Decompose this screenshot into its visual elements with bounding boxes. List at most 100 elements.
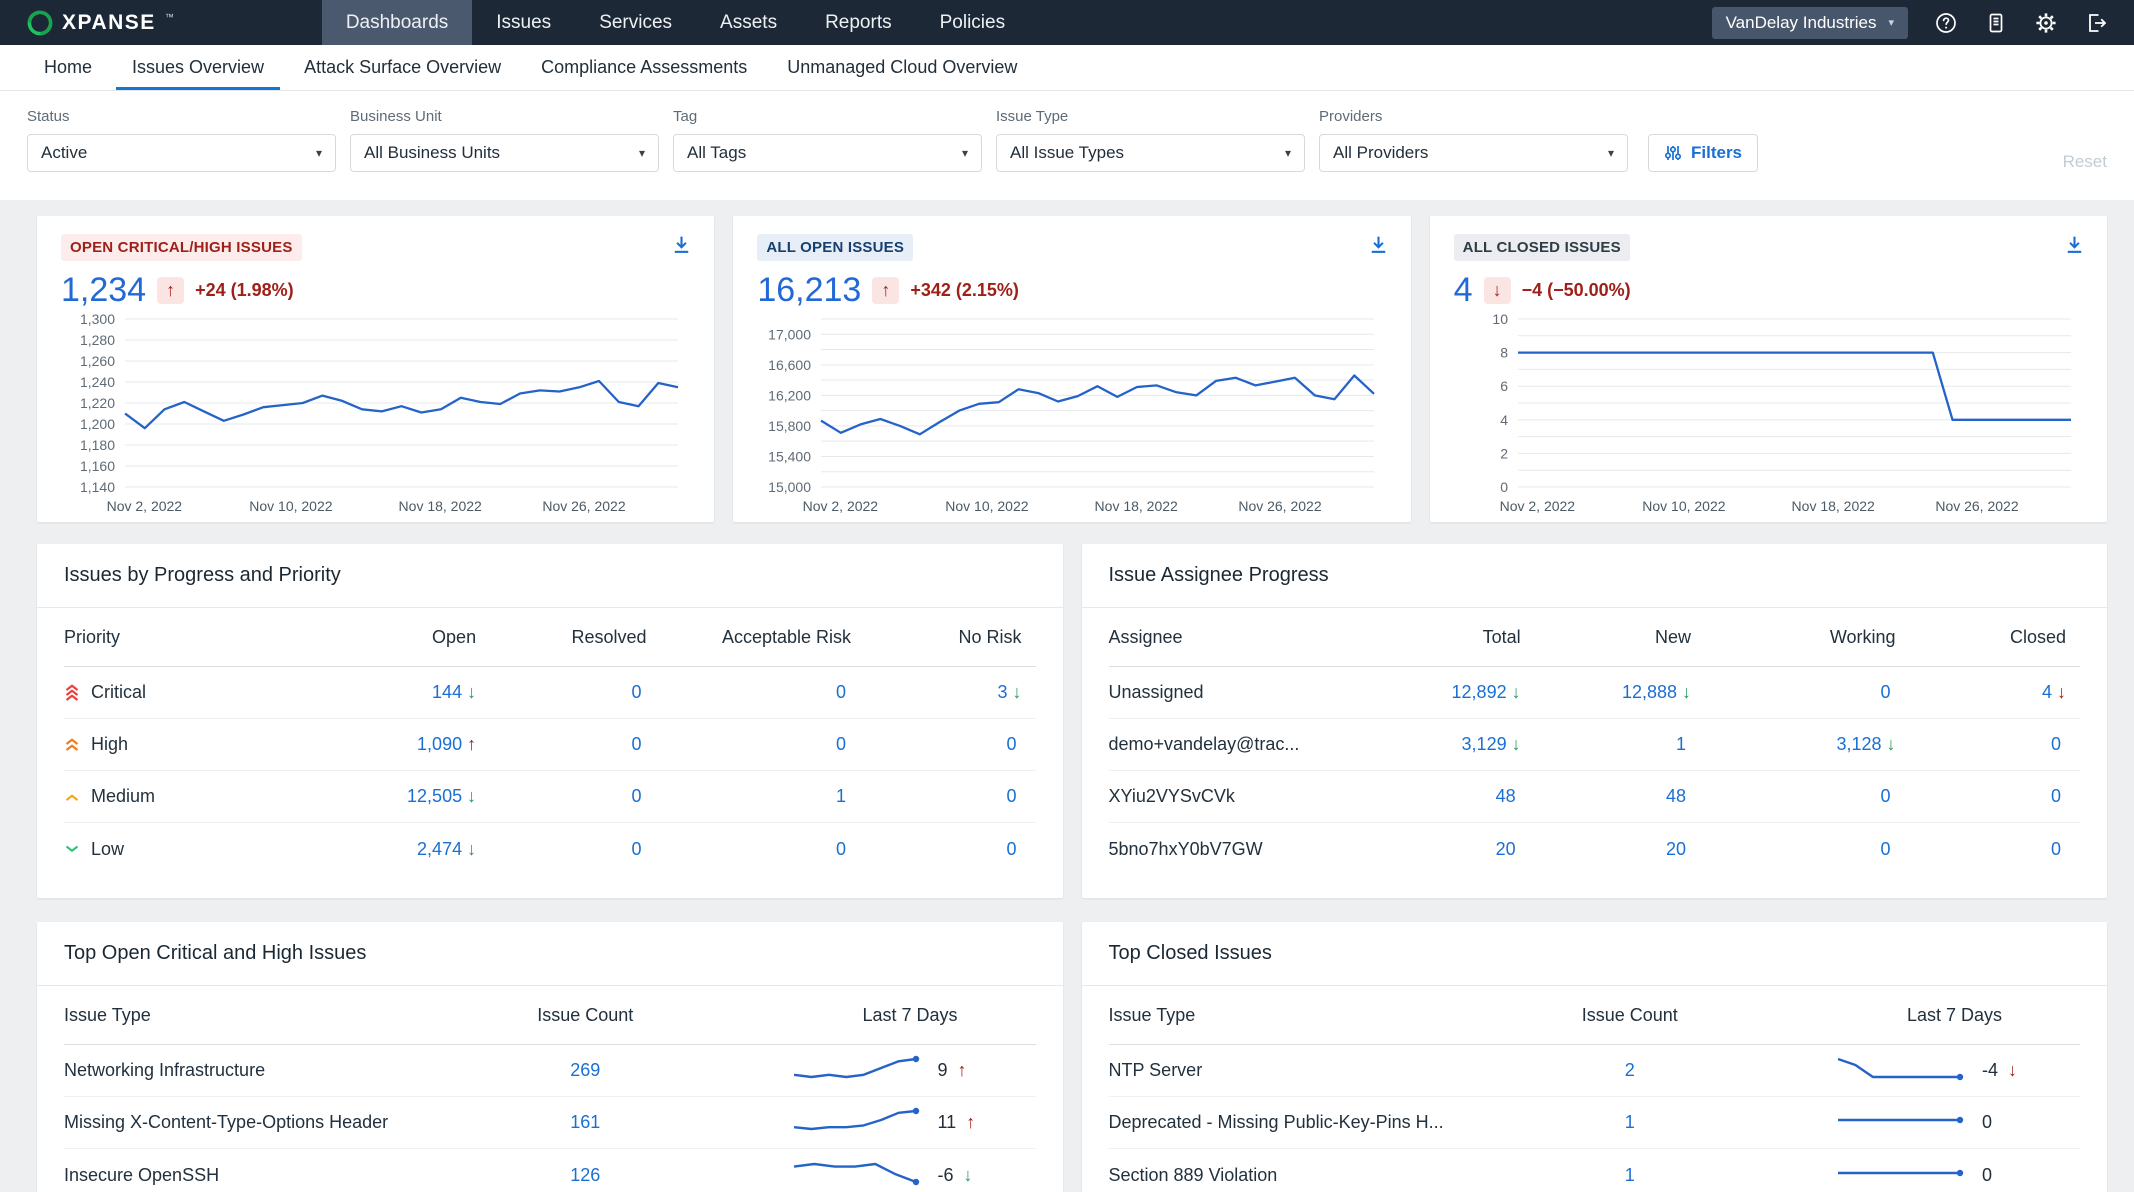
trend-arrow: ↑ (958, 1060, 967, 1081)
issue-count-link[interactable]: 161 (570, 1112, 600, 1132)
issue-count-link[interactable]: 126 (570, 1165, 600, 1185)
reset-button[interactable]: Reset (2063, 152, 2107, 172)
download-icon[interactable] (671, 234, 692, 260)
kpi-value[interactable]: 4 (1454, 271, 1473, 310)
card-title: Top Open Critical and High Issues (37, 922, 1063, 986)
working-count-link[interactable]: 0 (1881, 786, 1891, 806)
resolved-count-link[interactable]: 0 (632, 682, 642, 702)
logout-icon[interactable] (2084, 11, 2108, 35)
kpi-value-row: 4 ↓ −4 (−50.00%) (1454, 271, 2083, 309)
closed-count-link[interactable]: 4 (2042, 682, 2052, 702)
issue-assignee-progress-card: Issue Assignee Progress Assignee Total N… (1082, 544, 2108, 898)
download-icon[interactable] (2064, 234, 2085, 260)
issue-count-link[interactable]: 1 (1625, 1112, 1635, 1132)
filters-button[interactable]: Filters (1648, 134, 1758, 172)
trend-arrow: ↓ (467, 839, 476, 859)
new-count-link[interactable]: 48 (1666, 786, 1686, 806)
col-last-7-days: Last 7 Days (704, 1005, 1036, 1026)
svg-text:Nov 10, 2022: Nov 10, 2022 (946, 498, 1029, 514)
resolved-count-link[interactable]: 0 (632, 839, 642, 859)
total-count-link[interactable]: 48 (1496, 786, 1516, 806)
working-count-link[interactable]: 0 (1881, 839, 1891, 859)
chevron-down-icon: ▾ (962, 146, 968, 160)
issue-count-link[interactable]: 2 (1625, 1060, 1635, 1080)
nav-reports[interactable]: Reports (801, 0, 916, 45)
no-risk-count-link[interactable]: 3 (997, 682, 1007, 702)
resolved-count-link[interactable]: 0 (632, 786, 642, 806)
kpi-all-closed-issues: ALL CLOSED ISSUES 4 ↓ −4 (−50.00%) 02468… (1430, 216, 2107, 522)
acceptable-risk-count-link[interactable]: 0 (836, 839, 846, 859)
open-count-link[interactable]: 144 (432, 682, 462, 702)
issue-type-filter-field: Issue Type All Issue Types ▾ (996, 108, 1305, 172)
tab-home[interactable]: Home (28, 45, 108, 90)
issue-count-link[interactable]: 269 (570, 1060, 600, 1080)
business-unit-select[interactable]: All Business Units ▾ (350, 134, 659, 172)
tab-compliance-assessments[interactable]: Compliance Assessments (525, 45, 763, 90)
kpi-label-badge: ALL OPEN ISSUES (757, 234, 913, 261)
download-icon[interactable] (1368, 234, 1389, 260)
no-risk-count-link[interactable]: 0 (1006, 734, 1016, 754)
table-row: Low 2,474↓ 0 0 0 (64, 823, 1036, 875)
working-count-link[interactable]: 0 (1881, 682, 1891, 702)
org-selector[interactable]: VanDelay Industries ▾ (1712, 7, 1908, 39)
dashboard-tabs: Home Issues Overview Attack Surface Over… (0, 45, 2134, 91)
closed-count-link[interactable]: 0 (2051, 734, 2061, 754)
tab-issues-overview[interactable]: Issues Overview (116, 45, 280, 90)
open-count-link[interactable]: 1,090 (417, 734, 462, 754)
acceptable-risk-count-link[interactable]: 0 (836, 734, 846, 754)
closed-count-link[interactable]: 0 (2051, 839, 2061, 859)
business-unit-filter-label: Business Unit (350, 108, 659, 125)
nav-services[interactable]: Services (575, 0, 696, 45)
assignee-name: Unassigned (1109, 682, 1204, 703)
release-notes-icon[interactable] (1984, 11, 2008, 35)
card-title: Issues by Progress and Priority (37, 544, 1063, 608)
nav-right-controls: VanDelay Industries ▾ (1712, 0, 2134, 45)
settings-gear-icon[interactable] (2034, 11, 2058, 35)
resolved-count-link[interactable]: 0 (632, 734, 642, 754)
svg-text:1,240: 1,240 (80, 374, 115, 390)
svg-text:Nov 2, 2022: Nov 2, 2022 (1499, 498, 1575, 514)
providers-filter-field: Providers All Providers ▾ (1319, 108, 1628, 172)
nav-dashboards[interactable]: Dashboards (322, 0, 472, 45)
col-resolved: Resolved (490, 627, 660, 648)
chevron-down-icon: ▾ (1608, 146, 1614, 160)
tag-select[interactable]: All Tags ▾ (673, 134, 982, 172)
total-count-link[interactable]: 20 (1496, 839, 1516, 859)
acceptable-risk-count-link[interactable]: 0 (836, 682, 846, 702)
issue-type-label: NTP Server (1109, 1060, 1203, 1081)
kpi-all-open-issues: ALL OPEN ISSUES 16,213 ↑ +342 (2.15%) 15… (733, 216, 1410, 522)
no-risk-count-link[interactable]: 0 (1006, 786, 1016, 806)
sliders-icon (1664, 144, 1682, 162)
table-row: XYiu2VYSvCVk 48 48 0 0 (1109, 771, 2081, 823)
new-count-link[interactable]: 1 (1676, 734, 1686, 754)
status-select[interactable]: Active ▾ (27, 134, 336, 172)
brand-trademark: ™ (165, 12, 174, 22)
help-icon[interactable] (1934, 11, 1958, 35)
closed-count-link[interactable]: 0 (2051, 786, 2061, 806)
issue-count-link[interactable]: 1 (1625, 1165, 1635, 1185)
new-count-link[interactable]: 12,888 (1622, 682, 1677, 702)
trend-down-icon: ↓ (1484, 277, 1511, 304)
sparkline-chart (790, 1055, 920, 1086)
total-count-link[interactable]: 12,892 (1452, 682, 1507, 702)
tab-attack-surface-overview[interactable]: Attack Surface Overview (288, 45, 517, 90)
providers-select[interactable]: All Providers ▾ (1319, 134, 1628, 172)
kpi-value[interactable]: 1,234 (61, 271, 146, 310)
issue-type-select[interactable]: All Issue Types ▾ (996, 134, 1305, 172)
nav-assets[interactable]: Assets (696, 0, 801, 45)
no-risk-count-link[interactable]: 0 (1006, 839, 1016, 859)
acceptable-risk-count-link[interactable]: 1 (836, 786, 846, 806)
working-count-link[interactable]: 3,128 (1837, 734, 1882, 754)
nav-policies[interactable]: Policies (916, 0, 1029, 45)
new-count-link[interactable]: 20 (1666, 839, 1686, 859)
sparkline-chart (1834, 1107, 1964, 1138)
kpi-row: OPEN CRITICAL/HIGH ISSUES 1,234 ↑ +24 (1… (37, 216, 2107, 522)
open-critical-high-trend-chart: 1,1401,1601,1801,2001,2201,2401,2601,280… (61, 313, 690, 517)
total-count-link[interactable]: 3,129 (1462, 734, 1507, 754)
kpi-value[interactable]: 16,213 (757, 271, 861, 310)
tab-unmanaged-cloud-overview[interactable]: Unmanaged Cloud Overview (771, 45, 1033, 90)
brand-logo[interactable]: XPANSE ™ (0, 0, 174, 45)
open-count-link[interactable]: 2,474 (417, 839, 462, 859)
open-count-link[interactable]: 12,505 (407, 786, 462, 806)
nav-issues[interactable]: Issues (472, 0, 575, 45)
